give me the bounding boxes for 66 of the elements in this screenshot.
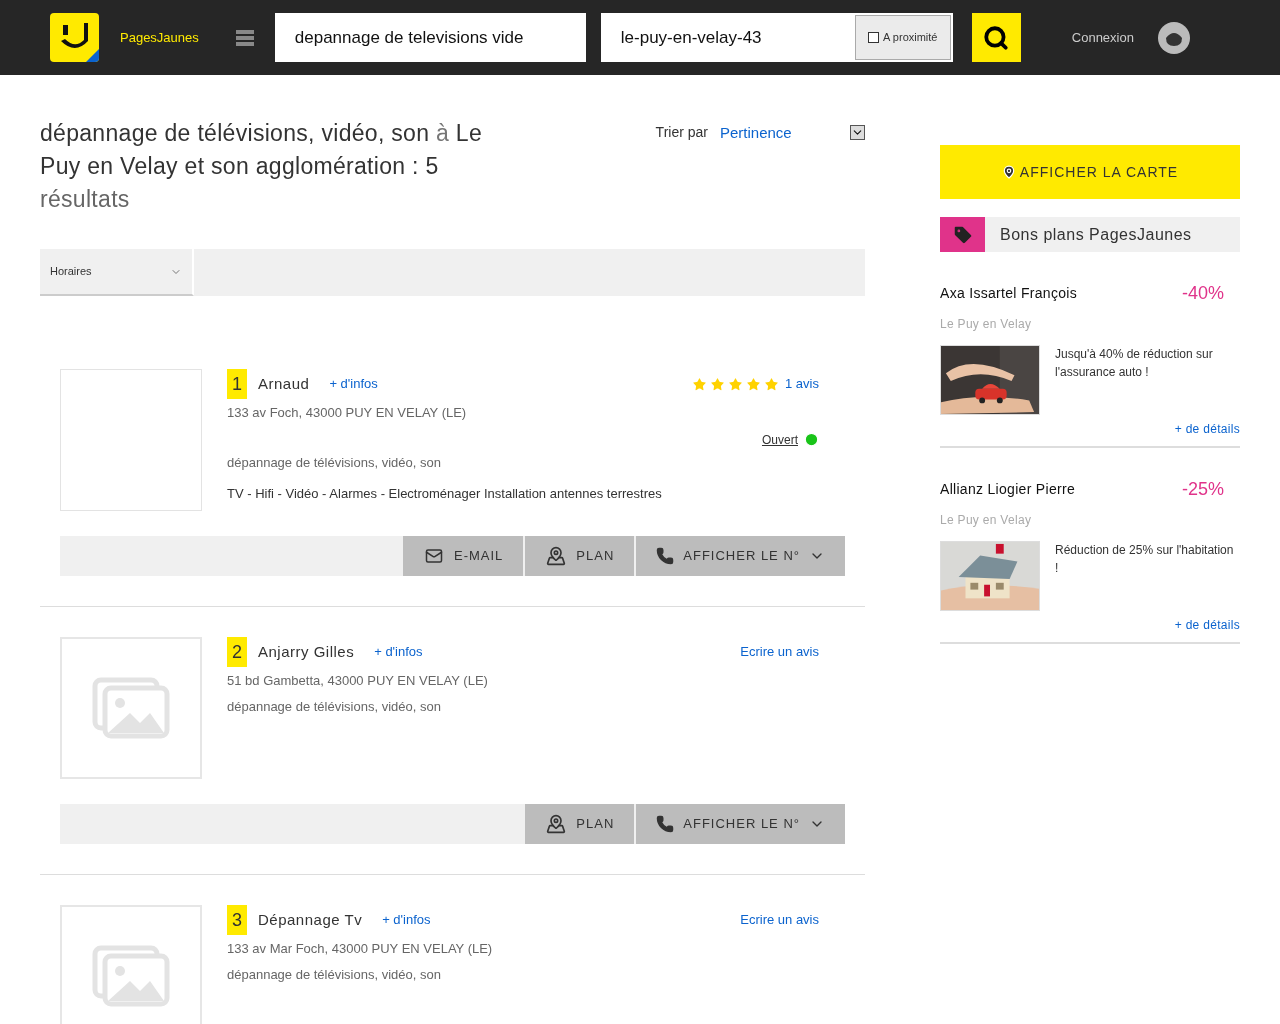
more-info-link[interactable]: + d'infos <box>374 642 423 662</box>
address: 133 av Foch, 43000 PUY EN VELAY (LE) <box>227 404 468 422</box>
star-icon <box>728 376 744 392</box>
result-number: 2 <box>227 637 247 667</box>
deal-business-name[interactable]: Allianz Liogier Pierre <box>940 479 1075 500</box>
dropdown-icon <box>850 125 865 140</box>
opening-status-link[interactable]: Ouvert <box>762 430 798 449</box>
nearby-toggle[interactable]: A proximité <box>854 15 951 60</box>
phone-icon <box>656 547 675 565</box>
category: dépannage de télévisions, vidéo, son <box>227 697 442 716</box>
menu-icon[interactable] <box>235 28 254 47</box>
address: 133 av Mar Foch, 43000 PUY EN VELAY (LE) <box>227 940 494 958</box>
search-button[interactable] <box>971 13 1021 62</box>
results-heading: dépannage de télévisions, vidéo, son à Le Puy en Velay et son agglomération : 5 résultats <box>40 119 483 214</box>
write-review-link[interactable]: Ecrire un avis <box>740 642 819 662</box>
map-pin-icon <box>1001 163 1016 181</box>
search-icon <box>983 24 1010 51</box>
category: dépannage de télévisions, vidéo, son <box>227 965 442 984</box>
deal-details-link[interactable]: + de détails <box>1174 616 1240 634</box>
show-number-button[interactable]: AFFICHER LE N° <box>636 536 845 576</box>
nearby-checkbox[interactable] <box>868 32 880 43</box>
image-placeholder-icon <box>92 677 170 739</box>
deal-discount: -25% <box>1181 478 1224 501</box>
avatar-icon[interactable] <box>1157 21 1190 54</box>
deal-city: Le Puy en Velay <box>940 512 1033 529</box>
reviews-link[interactable]: 1 avis <box>785 374 819 394</box>
map-button[interactable]: PLAN <box>525 804 635 844</box>
map-pin-icon <box>545 814 568 834</box>
category: dépannage de télévisions, vidéo, son <box>227 453 442 472</box>
deal-details-link[interactable]: + de détails <box>1174 420 1240 438</box>
login-link[interactable]: Connexion <box>1071 27 1134 48</box>
image-placeholder-icon <box>92 945 170 1007</box>
show-map-button[interactable]: AFFICHER LA CARTE <box>940 145 1240 199</box>
email-button[interactable]: E-MAIL <box>402 536 524 576</box>
deal-discount: -40% <box>1181 282 1224 305</box>
more-info-link[interactable]: + d'infos <box>329 374 378 394</box>
map-pin-icon <box>545 546 568 566</box>
write-review-link[interactable]: Ecrire un avis <box>740 910 819 930</box>
tag-icon <box>940 217 985 252</box>
star-icon <box>746 376 762 392</box>
description: TV - Hifi - Vidéo - Alarmes - Electroménager Installation antennes terrestres <box>227 485 663 503</box>
deal-description: Jusqu'à 40% de réduction sur l'assurance auto ! <box>1055 346 1214 381</box>
address: 51 bd Gambetta, 43000 PUY EN VELAY (LE) <box>227 672 489 690</box>
filter-dropdown[interactable]: Horaires <box>40 249 194 296</box>
show-number-button[interactable]: AFFICHER LE N° <box>636 804 845 844</box>
sort-dropdown[interactable]: Pertinence <box>720 122 865 145</box>
sort-label: Trier par <box>655 123 708 142</box>
star-icon <box>764 376 780 392</box>
business-name[interactable]: Anjarry Gilles <box>258 640 355 664</box>
deal-city: Le Puy en Velay <box>940 316 1033 333</box>
star-icon <box>692 376 708 392</box>
result-number: 3 <box>227 905 247 935</box>
deal-description: Réduction de 25% sur l'habitation ! <box>1055 542 1235 577</box>
star-icon <box>710 376 726 392</box>
brand-name[interactable]: PagesJaunes <box>120 27 199 48</box>
map-button[interactable]: PLAN <box>525 536 635 576</box>
logo-icon[interactable] <box>50 13 99 62</box>
business-name[interactable]: Arnaud <box>258 372 310 396</box>
location-field[interactable]: le-puy-en-velay-43 A proximité <box>600 13 953 62</box>
result-number: 1 <box>227 369 247 399</box>
search-field[interactable]: depannage de televisions vide <box>274 13 586 62</box>
deals-title: Bons plans PagesJaunes <box>1000 224 1192 245</box>
more-info-link[interactable]: + d'infos <box>382 910 431 930</box>
deal-business-name[interactable]: Axa Issartel François <box>940 283 1077 304</box>
business-name[interactable]: Dépannage Tv <box>258 908 363 932</box>
phone-icon <box>656 815 675 833</box>
